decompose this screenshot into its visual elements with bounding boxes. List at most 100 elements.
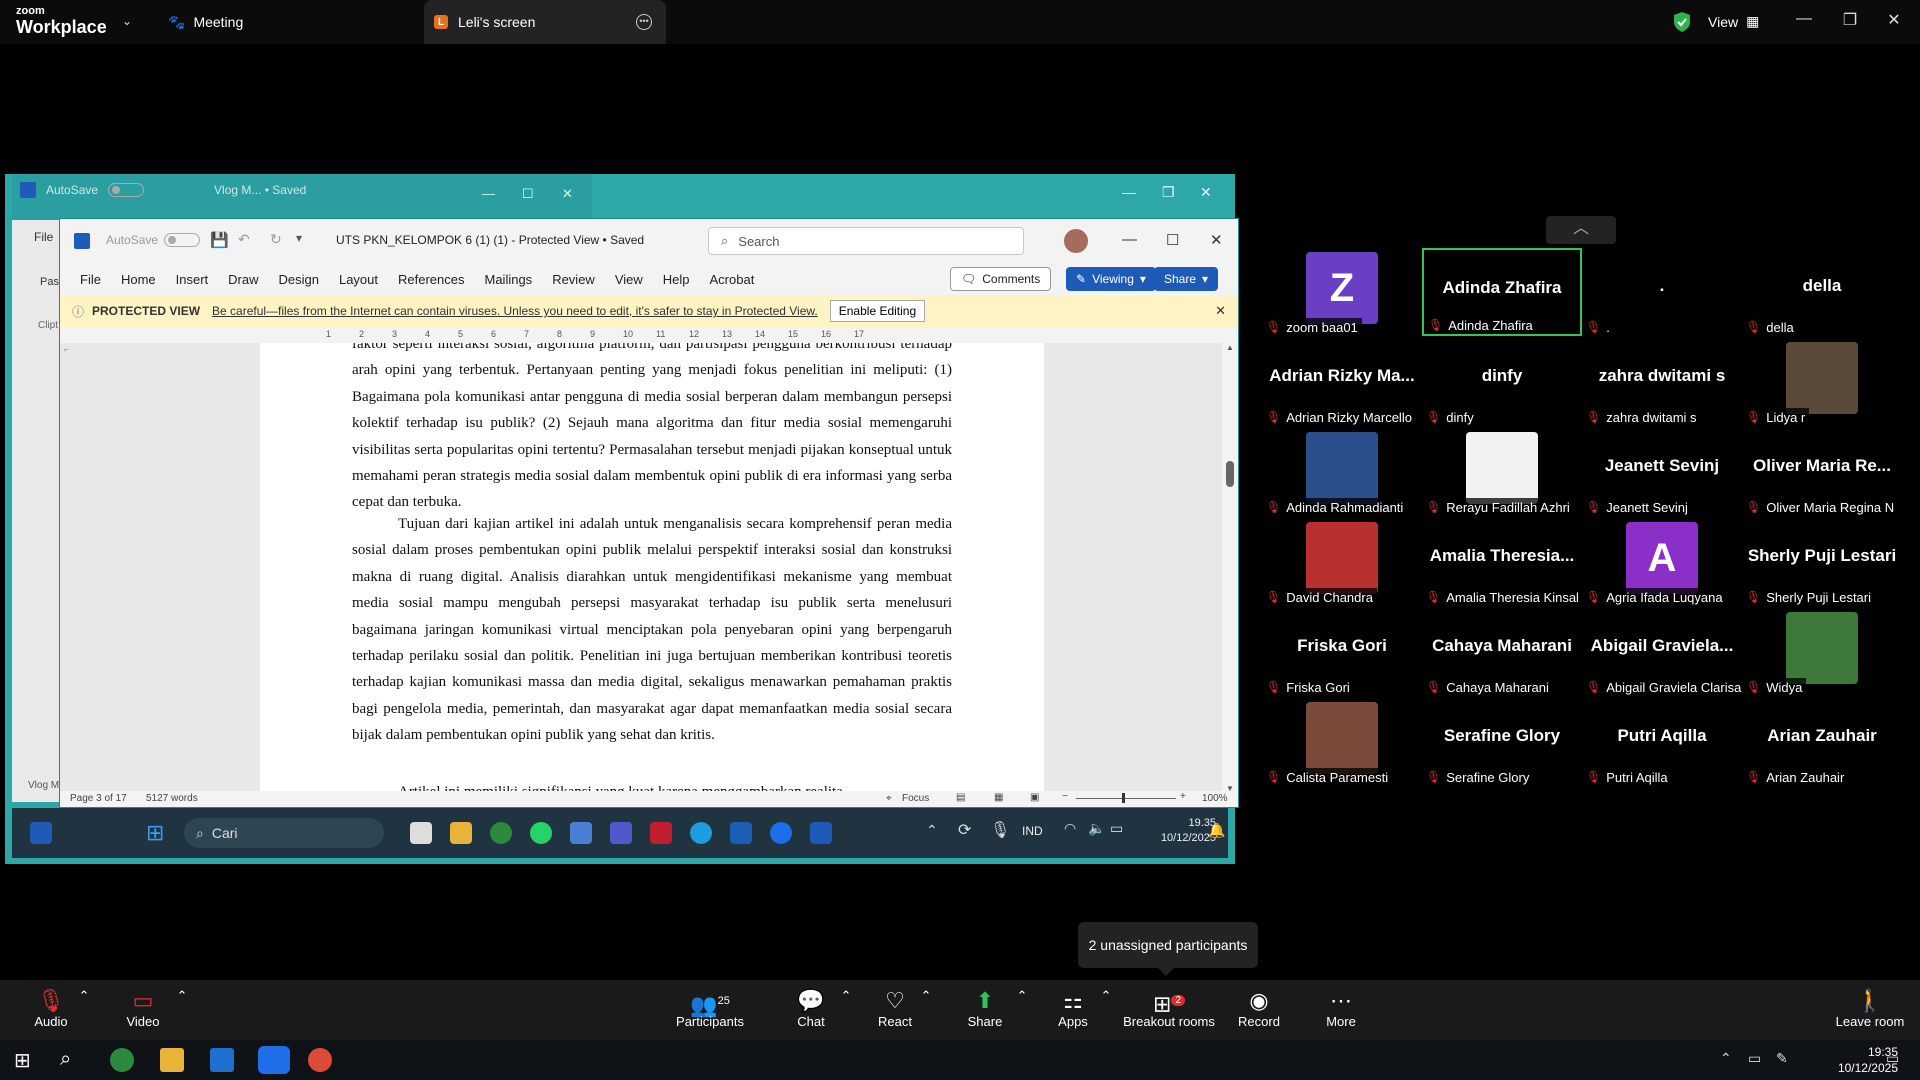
vertical-scrollbar[interactable]: ▲ ▼ bbox=[1222, 343, 1238, 793]
participant-tile[interactable]: 🎙 Rerayu Fadillah Azhri bbox=[1422, 428, 1582, 516]
teams-icon[interactable] bbox=[610, 822, 632, 844]
participant-tile[interactable]: 🎙 Widya bbox=[1742, 608, 1902, 696]
back-minimize-icon[interactable]: — bbox=[482, 186, 495, 201]
scroll-thumb[interactable] bbox=[1226, 461, 1234, 487]
start-icon[interactable]: ⊞ bbox=[14, 1048, 31, 1073]
menu-item-home[interactable]: Home bbox=[121, 272, 156, 287]
battery-icon[interactable]: ▭ bbox=[1110, 820, 1123, 837]
participant-tile[interactable]: Sherly Puji Lestari 🎙 Sherly Puji Lestari bbox=[1742, 518, 1902, 606]
menu-item-insert[interactable]: Insert bbox=[176, 272, 209, 287]
participant-tile[interactable]: Serafine Glory 🎙 Serafine Glory bbox=[1422, 698, 1582, 786]
participant-tile[interactable]: Jeanett Sevinj 🎙 Jeanett Sevinj bbox=[1582, 428, 1742, 516]
maximize-icon[interactable]: ☐ bbox=[1166, 231, 1179, 249]
search-icon[interactable]: ⌕ bbox=[60, 1048, 71, 1071]
protected-message[interactable]: Be careful—files from the Internet can c… bbox=[212, 304, 818, 318]
back-autosave-toggle[interactable] bbox=[108, 183, 145, 197]
participant-tile[interactable]: Abigail Graviela... 🎙 Abigail Graviela Cla… bbox=[1582, 608, 1746, 696]
menu-item-file[interactable]: File bbox=[80, 272, 101, 287]
screen-share-tab[interactable]: L Leli's screen ••• bbox=[424, 0, 666, 44]
print-layout-icon[interactable]: ▦ bbox=[994, 792, 1003, 803]
word-count[interactable]: 5127 words bbox=[146, 793, 198, 804]
document-title[interactable]: UTS PKN_KELOMPOK 6 (1) (1) - Protected V… bbox=[336, 233, 644, 247]
participant-tile[interactable]: Adinda Zhafira 🎙 Adinda Zhafira bbox=[1422, 248, 1582, 336]
chevron-up-icon[interactable]: ︿ bbox=[1546, 216, 1616, 244]
whatsapp-icon[interactable] bbox=[530, 822, 552, 844]
participant-tile[interactable]: Oliver Maria Re... 🎙 Oliver Maria Regina N bbox=[1742, 428, 1902, 516]
back-file-menu[interactable]: File bbox=[34, 230, 53, 244]
search-box[interactable]: ⌕ Search bbox=[708, 227, 1024, 255]
avatar[interactable] bbox=[1064, 229, 1088, 253]
chevron-up-icon[interactable]: ⌃ bbox=[926, 822, 938, 839]
participant-tile[interactable]: 🎙 Adinda Rahmadianti bbox=[1262, 428, 1422, 516]
chevron-up-icon[interactable]: ⌃ bbox=[1720, 1050, 1732, 1067]
web-layout-icon[interactable]: ▣ bbox=[1030, 792, 1039, 803]
participant-tile[interactable]: . 🎙. bbox=[1582, 248, 1742, 336]
participant-tile[interactable]: zahra dwitami s 🎙 zahra dwitami s bbox=[1582, 338, 1742, 426]
apps-options-icon[interactable]: ⌃ bbox=[1100, 988, 1112, 1004]
shared-search-box[interactable]: ⌕ Cari bbox=[184, 818, 384, 848]
outer-close-icon[interactable]: ✕ bbox=[1200, 184, 1212, 201]
view-button[interactable]: View ▦ bbox=[1708, 13, 1759, 30]
display-icon[interactable]: ▭ bbox=[1748, 1050, 1761, 1067]
back-restore-icon[interactable]: ☐ bbox=[522, 186, 534, 202]
chrome-profile-icon[interactable] bbox=[308, 1048, 332, 1072]
edge-icon[interactable] bbox=[690, 822, 712, 844]
menu-item-layout[interactable]: Layout bbox=[339, 272, 378, 287]
zoom-app-icon[interactable] bbox=[770, 822, 792, 844]
viewing-mode-button[interactable]: ✎ Viewing ▾ bbox=[1066, 267, 1156, 291]
focus-icon[interactable]: ⌖ bbox=[886, 793, 892, 804]
chevron-down-icon[interactable]: ⌄ bbox=[122, 14, 132, 28]
file-explorer-icon[interactable] bbox=[450, 822, 472, 844]
shared-clock[interactable]: 19.35 10/12/2025 bbox=[1136, 816, 1216, 846]
mcafee-icon[interactable] bbox=[650, 822, 672, 844]
participant-tile[interactable]: Cahaya Maharani 🎙 Cahaya Maharani bbox=[1422, 608, 1582, 696]
outer-restore-icon[interactable]: ❐ bbox=[1162, 184, 1175, 201]
input-language[interactable]: IND bbox=[1022, 824, 1043, 838]
menu-item-review[interactable]: Review bbox=[552, 272, 595, 287]
wifi-icon[interactable]: ◠ bbox=[1064, 820, 1076, 837]
menu-item-help[interactable]: Help bbox=[663, 272, 690, 287]
participant-tile[interactable]: 🎙 Calista Paramesti bbox=[1262, 698, 1422, 786]
close-icon[interactable]: ✕ bbox=[1882, 10, 1906, 30]
menu-item-references[interactable]: References bbox=[398, 272, 464, 287]
share-options-icon[interactable]: ⌃ bbox=[1016, 988, 1028, 1004]
file-explorer-icon[interactable] bbox=[160, 1048, 184, 1072]
word-app-icon[interactable] bbox=[810, 822, 832, 844]
customize-toolbar-icon[interactable]: ▾ bbox=[296, 231, 302, 245]
close-icon[interactable]: ✕ bbox=[1210, 231, 1223, 249]
meeting-tab[interactable]: 🐾 Meeting bbox=[168, 0, 243, 44]
focus-label[interactable]: Focus bbox=[902, 793, 929, 804]
back-close-icon[interactable]: ✕ bbox=[562, 186, 573, 202]
shield-icon[interactable] bbox=[1672, 11, 1692, 38]
leave-room-button[interactable]: 🚶 Leave room bbox=[1820, 988, 1920, 1029]
participant-tile[interactable]: Amalia Theresia... 🎙 Amalia Theresia Kinsa… bbox=[1422, 518, 1583, 606]
participants-button[interactable]: 👥25 Participants bbox=[660, 988, 760, 1029]
task-view-icon[interactable] bbox=[410, 822, 432, 844]
pen-icon[interactable]: ✎ bbox=[1776, 1050, 1788, 1067]
minimize-icon[interactable]: — bbox=[1122, 231, 1137, 248]
participant-tile[interactable]: dinfy 🎙 dinfy bbox=[1422, 338, 1582, 426]
speaker-icon[interactable]: 🔈 bbox=[1088, 820, 1105, 837]
close-icon[interactable]: ✕ bbox=[1215, 303, 1226, 319]
menu-item-acrobat[interactable]: Acrobat bbox=[710, 272, 755, 287]
page-count[interactable]: Page 3 of 17 bbox=[70, 793, 127, 804]
scroll-up-icon[interactable]: ▲ bbox=[1226, 343, 1234, 352]
read-mode-icon[interactable]: ▤ bbox=[956, 792, 965, 803]
video-button[interactable]: ▭ Video bbox=[98, 988, 188, 1029]
menu-item-draw[interactable]: Draw bbox=[228, 272, 258, 287]
restore-icon[interactable]: ❐ bbox=[1838, 10, 1862, 30]
menu-item-design[interactable]: Design bbox=[279, 272, 319, 287]
comments-button[interactable]: 🗨 Comments bbox=[950, 267, 1052, 291]
minimize-icon[interactable]: — bbox=[1792, 10, 1816, 28]
participant-tile[interactable]: Friska Gori 🎙 Friska Gori bbox=[1262, 608, 1422, 696]
autosave-control[interactable]: AutoSave bbox=[106, 233, 201, 247]
zoom-level[interactable]: 100% bbox=[1202, 793, 1228, 804]
copilot-icon[interactable] bbox=[570, 822, 592, 844]
enable-editing-button[interactable]: Enable Editing bbox=[829, 300, 926, 322]
azure-icon[interactable] bbox=[210, 1048, 234, 1072]
participant-tile[interactable]: Adrian Rizky Ma... 🎙 Adrian Rizky Marcello bbox=[1262, 338, 1422, 426]
participant-tile[interactable]: 🎙 Lidya r bbox=[1742, 338, 1902, 426]
autosave-toggle[interactable] bbox=[164, 233, 201, 247]
start-icon[interactable]: ⊞ bbox=[146, 820, 164, 846]
sync-icon[interactable]: ⟳ bbox=[958, 820, 971, 840]
